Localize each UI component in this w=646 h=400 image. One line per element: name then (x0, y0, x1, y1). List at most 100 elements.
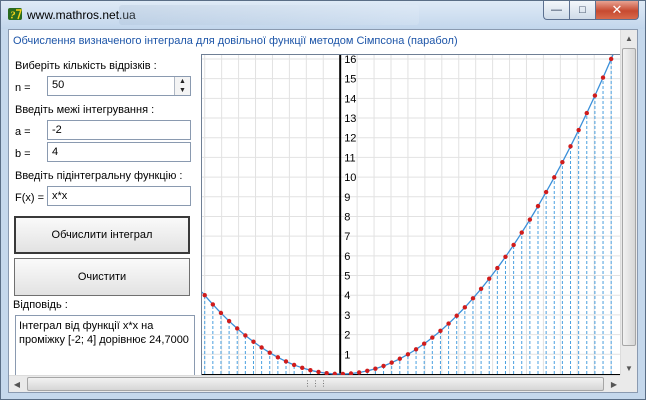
y-tick-label: 16 (344, 55, 356, 66)
simpson-node-point (397, 356, 403, 361)
simpson-node-point (373, 366, 378, 371)
app-window: ? www.mathros.net.ua — □ ✕ Обчислення ви… (0, 0, 646, 400)
simpson-node-point (275, 355, 281, 360)
simpson-node-point (592, 93, 598, 98)
simpson-node-point (308, 367, 313, 373)
y-tick-label: 13 (344, 113, 356, 125)
simpson-node-point (300, 365, 305, 371)
y-tick-label: 3 (344, 310, 350, 322)
n-label: n = (15, 82, 31, 94)
simpson-node-point (365, 368, 370, 374)
y-tick-label: 2 (344, 330, 350, 342)
compute-integral-button[interactable]: Обчислити інтеграл (14, 216, 190, 254)
y-tick-label: 10 (344, 172, 356, 184)
function-plot: 1 2 3 4 5 6 7 8 9 10 11 12 13 14 15 16 (201, 54, 621, 377)
svg-text:?: ? (10, 10, 16, 22)
n-spinner[interactable]: ▲ ▼ (174, 77, 190, 95)
window-controls: — □ ✕ (543, 1, 639, 20)
simpson-node-point (552, 175, 557, 180)
app-logo-icon: ? (8, 8, 22, 22)
n-value: 50 (52, 79, 65, 91)
clear-button[interactable]: Очистити (14, 258, 190, 296)
simpson-node-point (421, 341, 427, 346)
y-tick-label: 11 (344, 152, 355, 164)
n-spinbox[interactable]: 50 ▲ ▼ (47, 76, 191, 96)
scroll-up-icon[interactable]: ▲ (621, 30, 637, 46)
vertical-scroll-thumb[interactable] (622, 48, 636, 346)
simpson-node-point (584, 110, 589, 116)
maximize-button[interactable]: □ (569, 1, 595, 20)
simpson-node-point (503, 254, 508, 259)
simpson-node-point (462, 305, 468, 310)
function-curve (202, 55, 614, 375)
y-tick-label: 5 (344, 271, 350, 283)
simpson-node-point (438, 328, 443, 334)
y-tick-label: 6 (344, 251, 350, 263)
simpson-node-point (356, 370, 362, 375)
scroll-down-icon[interactable]: ▼ (621, 360, 637, 376)
answer-memo[interactable]: Інтеграл від функції x*x на проміжку [-2… (15, 315, 195, 377)
simpson-node-point (568, 144, 573, 149)
simpson-node-point (446, 321, 451, 326)
segments-label: Виберіть кількість відрізків : (15, 60, 157, 72)
b-label: b = (15, 148, 31, 160)
titlebar-reflection (119, 5, 419, 25)
simpson-node-point (413, 347, 419, 352)
simpson-node-point (576, 127, 581, 133)
a-input[interactable] (47, 120, 191, 140)
simpson-node-point (316, 369, 321, 375)
fx-input[interactable] (47, 186, 191, 206)
horizontal-scroll-thumb[interactable]: ⋮⋮⋮ (27, 377, 604, 391)
simpson-node-point (235, 326, 240, 331)
simpson-node-point (389, 360, 394, 365)
simpson-node-point (210, 302, 216, 307)
minimize-icon: — (551, 4, 562, 16)
a-label: a = (15, 126, 31, 138)
simpson-node-point (560, 159, 565, 165)
close-button[interactable]: ✕ (595, 1, 639, 20)
limits-label: Введіть межі інтегрування : (15, 104, 155, 116)
function-label: Введіть підінтегральну функцію : (15, 170, 183, 182)
simpson-node-point (470, 296, 476, 301)
scroll-left-icon[interactable]: ◀ (9, 376, 25, 392)
simpson-node-point (519, 230, 524, 235)
simpson-node-point (381, 363, 386, 369)
y-tick-label: 8 (344, 211, 350, 223)
heading-bar: Обчислення визначеного інтеграла для дов… (9, 30, 621, 52)
simpson-node-point (608, 56, 614, 62)
y-tick-label: 12 (344, 133, 356, 145)
y-tick-label: 15 (344, 74, 356, 86)
vertical-scrollbar[interactable]: ▲ ▼ (620, 30, 637, 376)
plot-svg: 12345678910111213141516 (202, 55, 620, 376)
b-input[interactable] (47, 142, 191, 162)
simpson-node-point (405, 352, 411, 357)
simpson-node-point (495, 265, 500, 271)
y-tick-label: 4 (344, 290, 350, 302)
simpson-node-point (267, 350, 272, 355)
y-tick-label: 7 (344, 231, 350, 243)
simpson-node-point (243, 333, 248, 338)
close-icon: ✕ (611, 2, 623, 17)
spin-down-icon[interactable]: ▼ (175, 86, 190, 95)
simpson-node-point (511, 242, 516, 248)
simpson-node-point (527, 217, 533, 222)
simpson-node-point (478, 286, 484, 292)
y-tick-label: 9 (344, 192, 350, 204)
answer-label: Відповідь : (13, 299, 68, 311)
minimize-button[interactable]: — (543, 1, 569, 20)
simpson-node-point (430, 335, 435, 340)
client-area: Обчислення визначеного інтеграла для дов… (8, 29, 638, 393)
page-title: Обчислення визначеного інтеграла для дов… (13, 35, 458, 47)
spin-up-icon[interactable]: ▲ (175, 77, 190, 86)
simpson-node-point (291, 362, 297, 368)
simpson-node-point (487, 276, 492, 281)
simpson-node-point (251, 339, 256, 344)
simpson-node-point (226, 318, 232, 324)
y-tick-label: 14 (344, 93, 356, 105)
simpson-node-point (454, 313, 459, 318)
simpson-node-point (259, 345, 264, 350)
simpson-node-point (202, 293, 207, 298)
title-bar[interactable]: ? www.mathros.net.ua — □ ✕ (1, 1, 645, 29)
horizontal-scrollbar[interactable]: ◀ ⋮⋮⋮ ▶ (9, 375, 622, 392)
y-tick-label: 1 (344, 349, 350, 361)
